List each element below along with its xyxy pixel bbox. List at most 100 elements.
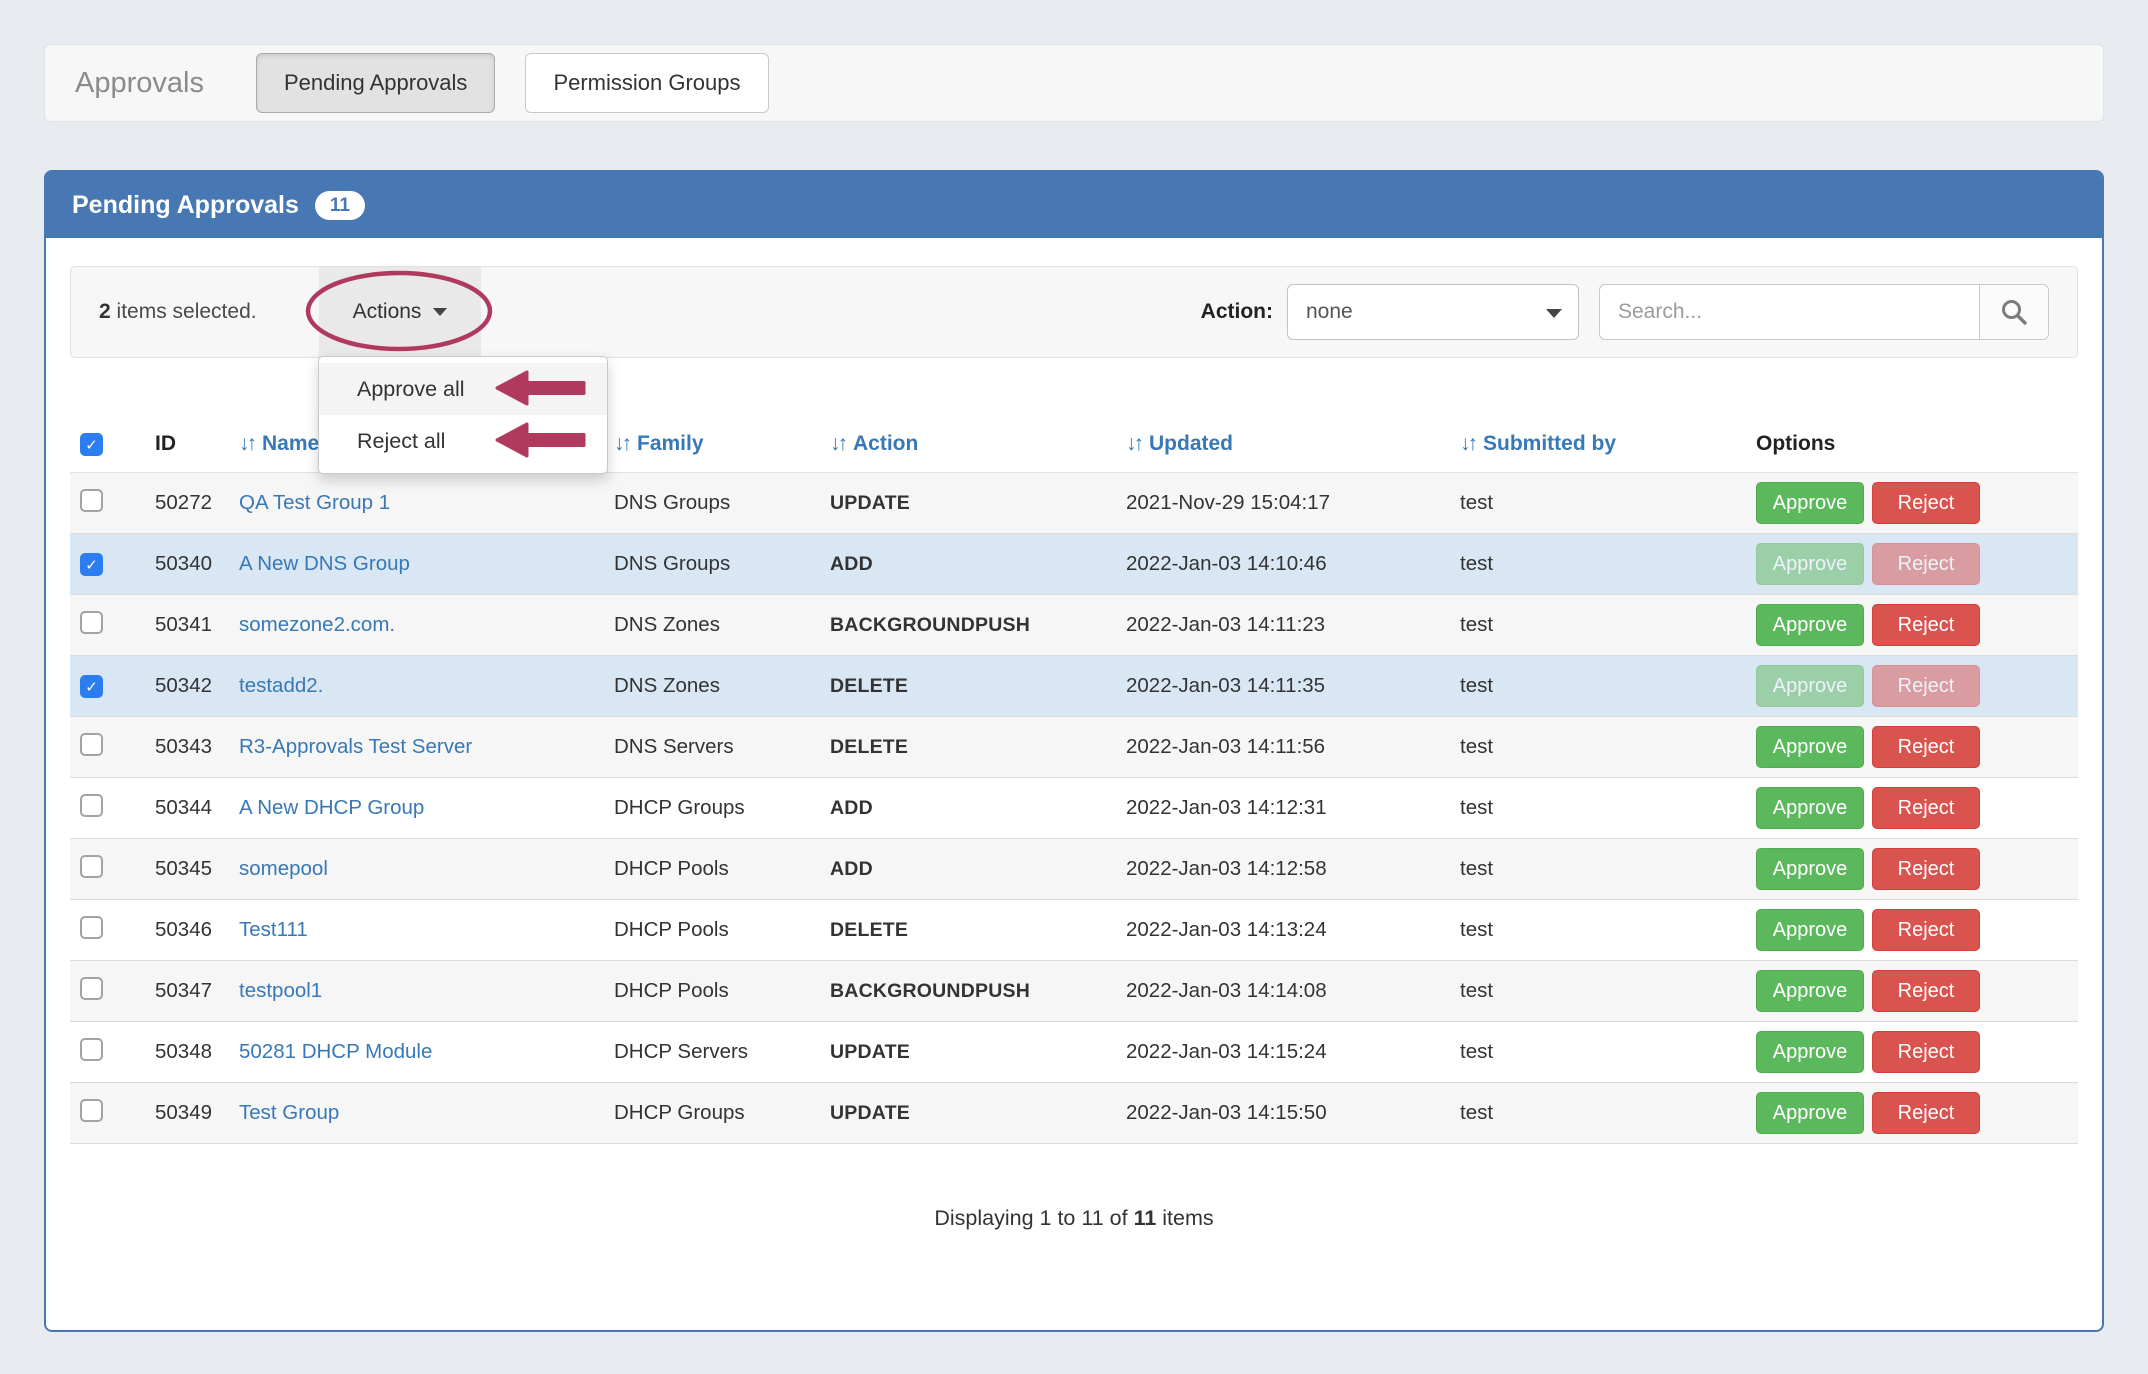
action-select[interactable]: none — [1287, 284, 1579, 340]
table-row: 50348 50281 DHCP Module DHCP Servers UPD… — [70, 1022, 2078, 1083]
table-row: ✓ 50342 testadd2. DNS Zones DELETE 2022-… — [70, 656, 2078, 717]
search-input[interactable] — [1599, 284, 1979, 340]
row-checkbox[interactable]: ✓ — [80, 553, 103, 576]
row-family: DNS Zones — [604, 613, 820, 637]
reject-button[interactable]: Reject — [1872, 482, 1980, 524]
row-submitted-by: test — [1450, 1101, 1746, 1125]
row-checkbox[interactable] — [80, 977, 103, 1000]
approve-button[interactable]: Approve — [1756, 604, 1864, 646]
row-name-link[interactable]: A New DNS Group — [239, 552, 410, 575]
row-submitted-by: test — [1450, 491, 1746, 515]
row-name-link[interactable]: somezone2.com. — [239, 613, 395, 636]
table-row: 50343 R3-Approvals Test Server DNS Serve… — [70, 717, 2078, 778]
row-updated: 2022-Jan-03 14:11:56 — [1116, 735, 1450, 759]
sort-icon: ↓↑ — [614, 432, 629, 455]
reject-button[interactable]: Reject — [1872, 787, 1980, 829]
row-name-link[interactable]: QA Test Group 1 — [239, 491, 390, 514]
reject-button[interactable]: Reject — [1872, 848, 1980, 890]
approve-button[interactable]: Approve — [1756, 787, 1864, 829]
table-body: 50272 QA Test Group 1 DNS Groups UPDATE … — [70, 473, 2078, 1144]
reject-button[interactable]: Reject — [1872, 970, 1980, 1012]
approve-button[interactable]: Approve — [1756, 543, 1864, 585]
row-family: DHCP Pools — [604, 857, 820, 881]
column-header-updated[interactable]: ↓↑Updated — [1116, 432, 1450, 456]
column-header-options: Options — [1746, 432, 2078, 456]
row-updated: 2022-Jan-03 14:15:50 — [1116, 1101, 1450, 1125]
actions-dropdown-menu: Approve all Reject all — [318, 356, 608, 474]
actions-dropdown-button[interactable]: Actions — [319, 267, 481, 357]
row-name-link[interactable]: Test111 — [239, 918, 308, 941]
reject-button[interactable]: Reject — [1872, 543, 1980, 585]
table-row: 50349 Test Group DHCP Groups UPDATE 2022… — [70, 1083, 2078, 1144]
row-name-link[interactable]: testpool1 — [239, 979, 322, 1002]
action-select-label: Action: — [1201, 300, 1273, 324]
row-name-link[interactable]: A New DHCP Group — [239, 796, 424, 819]
row-checkbox[interactable] — [80, 611, 103, 634]
search-group — [1599, 284, 2049, 340]
row-checkbox[interactable] — [80, 794, 103, 817]
page: Approvals Pending Approvals Permission G… — [0, 0, 2148, 1374]
row-updated: 2022-Jan-03 14:11:35 — [1116, 674, 1450, 698]
row-action: ADD — [820, 553, 1116, 576]
row-id: 50340 — [145, 552, 229, 576]
pending-approvals-panel: Pending Approvals 11 2 items selected. A… — [44, 170, 2104, 1332]
row-family: DHCP Groups — [604, 796, 820, 820]
row-id: 50341 — [145, 613, 229, 637]
column-header-family[interactable]: ↓↑Family — [604, 432, 820, 456]
approve-button[interactable]: Approve — [1756, 665, 1864, 707]
approve-button[interactable]: Approve — [1756, 726, 1864, 768]
row-name-link[interactable]: testadd2. — [239, 674, 323, 697]
approve-button[interactable]: Approve — [1756, 970, 1864, 1012]
row-action: DELETE — [820, 919, 1116, 942]
reject-button[interactable]: Reject — [1872, 665, 1980, 707]
row-action: UPDATE — [820, 492, 1116, 515]
column-header-action[interactable]: ↓↑Action — [820, 432, 1116, 456]
reject-button[interactable]: Reject — [1872, 1031, 1980, 1073]
reject-button[interactable]: Reject — [1872, 726, 1980, 768]
column-header-submitted-by[interactable]: ↓↑Submitted by — [1450, 432, 1746, 456]
reject-button[interactable]: Reject — [1872, 1092, 1980, 1134]
row-id: 50348 — [145, 1040, 229, 1064]
row-checkbox[interactable] — [80, 916, 103, 939]
selected-count-text: 2 items selected. — [99, 300, 257, 324]
reject-button[interactable]: Reject — [1872, 604, 1980, 646]
row-checkbox[interactable] — [80, 1038, 103, 1061]
row-id: 50342 — [145, 674, 229, 698]
row-checkbox[interactable]: ✓ — [80, 675, 103, 698]
row-name-link[interactable]: R3-Approvals Test Server — [239, 735, 472, 758]
search-button[interactable] — [1979, 284, 2049, 340]
approve-button[interactable]: Approve — [1756, 482, 1864, 524]
approve-button[interactable]: Approve — [1756, 1031, 1864, 1073]
reject-button[interactable]: Reject — [1872, 909, 1980, 951]
row-name-link[interactable]: somepool — [239, 857, 328, 880]
row-submitted-by: test — [1450, 552, 1746, 576]
panel-header: Pending Approvals 11 — [46, 172, 2102, 238]
row-updated: 2022-Jan-03 14:11:23 — [1116, 613, 1450, 637]
table-row: 50346 Test111 DHCP Pools DELETE 2022-Jan… — [70, 900, 2078, 961]
row-id: 50349 — [145, 1101, 229, 1125]
row-updated: 2021-Nov-29 15:04:17 — [1116, 491, 1450, 515]
row-submitted-by: test — [1450, 796, 1746, 820]
row-checkbox[interactable] — [80, 1099, 103, 1122]
approve-button[interactable]: Approve — [1756, 848, 1864, 890]
row-submitted-by: test — [1450, 735, 1746, 759]
tab-permission-groups[interactable]: Permission Groups — [525, 53, 768, 113]
select-all-checkbox[interactable]: ✓ — [80, 433, 103, 456]
row-name-link[interactable]: Test Group — [239, 1101, 339, 1124]
approve-button[interactable]: Approve — [1756, 909, 1864, 951]
row-id: 50347 — [145, 979, 229, 1003]
row-checkbox[interactable] — [80, 855, 103, 878]
row-family: DHCP Pools — [604, 918, 820, 942]
table-footer: Displaying 1 to 11 of 11 items — [70, 1206, 2078, 1231]
panel-title: Pending Approvals — [72, 191, 299, 220]
row-family: DNS Groups — [604, 552, 820, 576]
row-name-link[interactable]: 50281 DHCP Module — [239, 1040, 432, 1063]
row-action: DELETE — [820, 736, 1116, 759]
row-submitted-by: test — [1450, 979, 1746, 1003]
row-checkbox[interactable] — [80, 733, 103, 756]
menu-item-reject-all[interactable]: Reject all — [319, 415, 607, 467]
row-checkbox[interactable] — [80, 489, 103, 512]
tab-pending-approvals[interactable]: Pending Approvals — [256, 53, 495, 113]
menu-item-approve-all[interactable]: Approve all — [319, 363, 607, 415]
approve-button[interactable]: Approve — [1756, 1092, 1864, 1134]
